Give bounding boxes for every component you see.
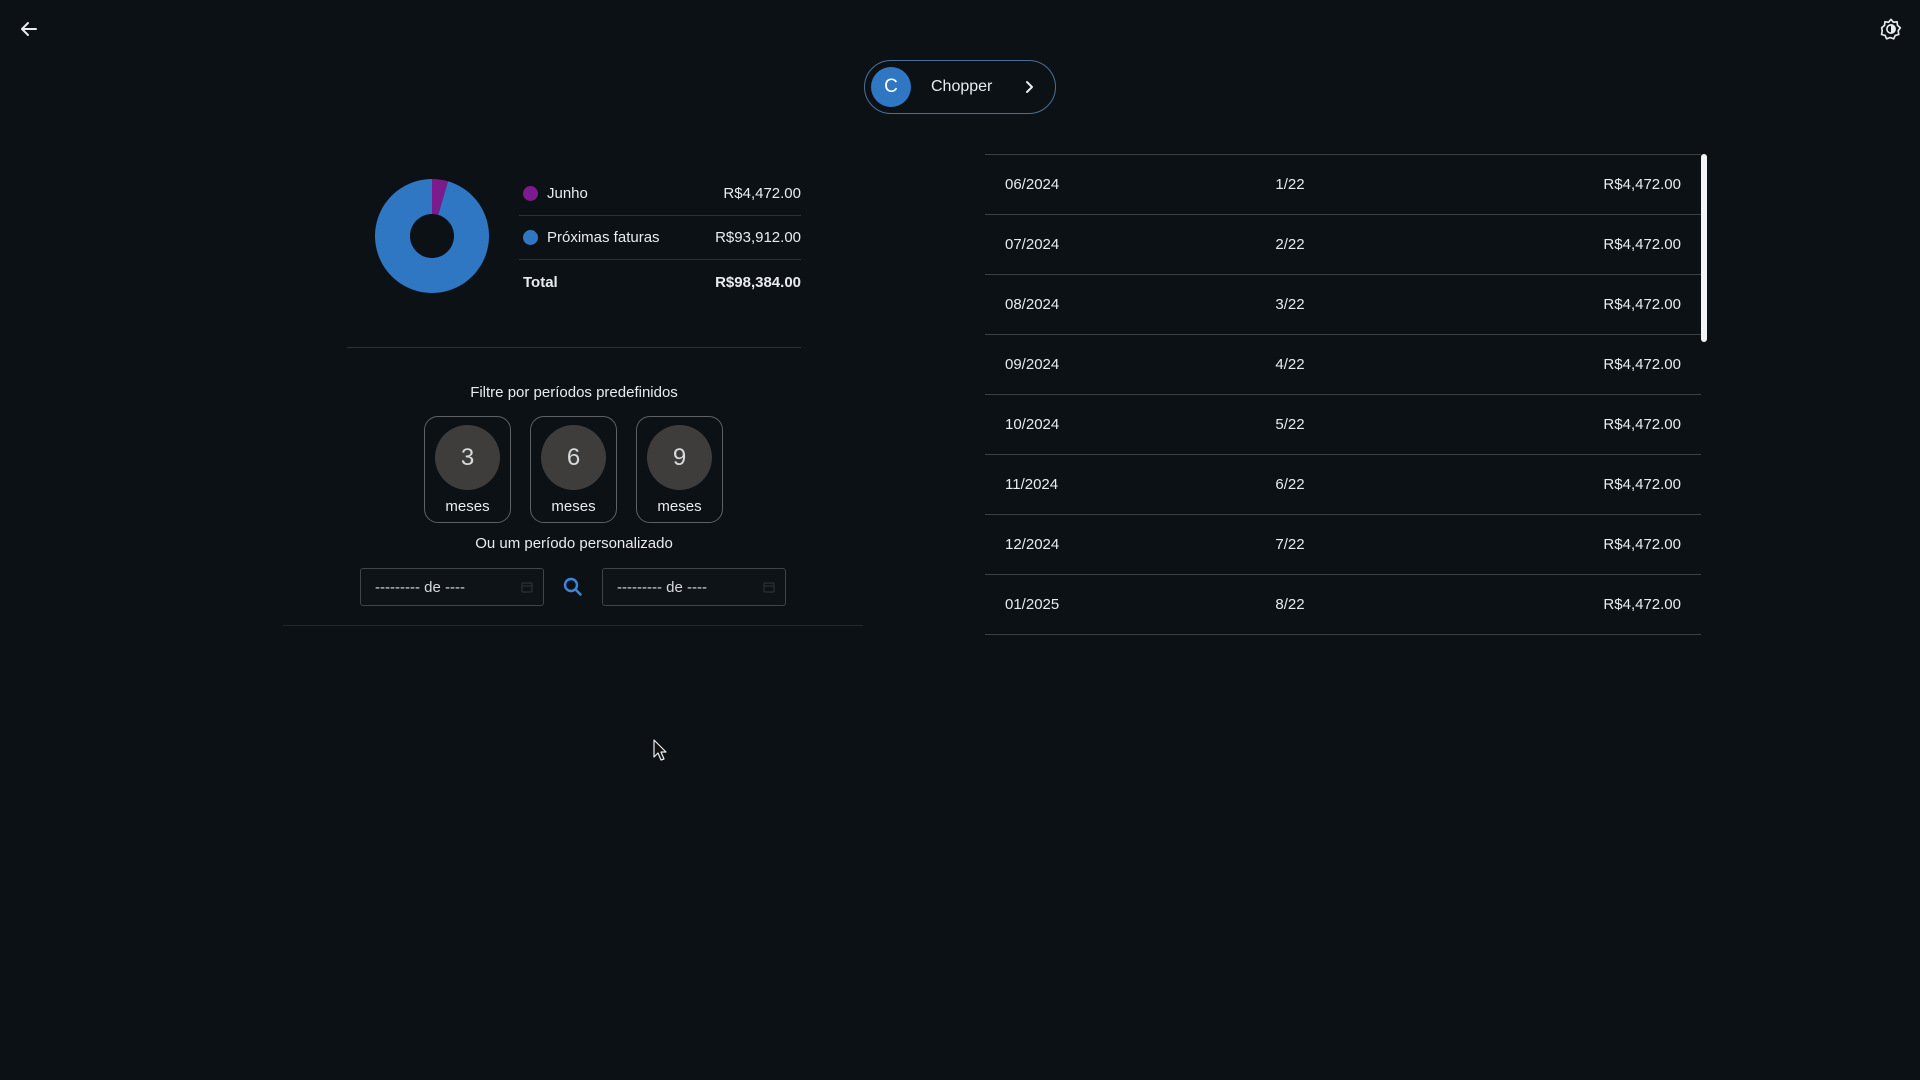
start-month-input[interactable]: --------- de ----: [360, 568, 544, 606]
invoice-amount: R$4,472.00: [1603, 296, 1681, 313]
invoice-date: 12/2024: [1005, 536, 1060, 553]
invoice-date: 01/2025: [1005, 596, 1060, 613]
invoice-amount: R$4,472.00: [1603, 596, 1681, 613]
preset-unit: meses: [445, 498, 490, 515]
legend-total: Total R$98,384.00: [519, 260, 801, 304]
preset-number: 9: [647, 425, 712, 490]
preset-unit: meses: [551, 498, 596, 515]
chevron-right-icon: [1026, 81, 1033, 93]
mouse-cursor-icon: [653, 739, 667, 761]
invoice-date: 10/2024: [1005, 416, 1060, 433]
invoice-date: 06/2024: [1005, 176, 1060, 193]
invoice-installment: 5/22: [1275, 416, 1305, 433]
divider: [347, 347, 801, 348]
invoice-installment: 6/22: [1275, 476, 1305, 493]
table-row[interactable]: 11/2024 6/22 R$4,472.00: [985, 455, 1701, 515]
legend-item-upcoming: Próximas faturas R$93,912.00: [519, 216, 801, 260]
custom-period-title: Ou um período personalizado: [475, 535, 673, 552]
brightness-icon: [1880, 18, 1902, 40]
invoice-amount: R$4,472.00: [1603, 476, 1681, 493]
invoice-date: 07/2024: [1005, 236, 1060, 253]
table-row[interactable]: 10/2024 5/22 R$4,472.00: [985, 395, 1701, 455]
preset-filter-title: Filtre por períodos predefinidos: [470, 384, 678, 401]
back-button[interactable]: [14, 14, 44, 44]
table-row[interactable]: 06/2024 1/22 R$4,472.00: [985, 155, 1701, 215]
preset-6-months-button[interactable]: 6 meses: [530, 416, 617, 523]
calendar-icon[interactable]: [763, 581, 775, 593]
invoice-date: 11/2024: [1005, 476, 1059, 493]
preset-filter-group: 3 meses 6 meses 9 meses: [424, 416, 723, 523]
scrollbar[interactable]: [1701, 154, 1707, 342]
invoice-installment: 4/22: [1275, 356, 1305, 373]
invoice-installment: 1/22: [1275, 176, 1305, 193]
preset-3-months-button[interactable]: 3 meses: [424, 416, 511, 523]
invoice-installment: 2/22: [1275, 236, 1305, 253]
search-icon[interactable]: [561, 575, 585, 599]
invoice-amount: R$4,472.00: [1603, 356, 1681, 373]
invoice-date: 08/2024: [1005, 296, 1060, 313]
invoice-installment: 8/22: [1275, 596, 1305, 613]
legend-value: R$4,472.00: [723, 185, 801, 202]
theme-toggle-button[interactable]: [1876, 14, 1906, 44]
card-name: Chopper: [931, 78, 993, 95]
preset-unit: meses: [657, 498, 702, 515]
invoice-installment: 7/22: [1275, 536, 1305, 553]
total-label: Total: [523, 273, 558, 291]
legend-color-dot: [523, 186, 538, 201]
invoice-installment: 3/22: [1275, 296, 1305, 313]
preset-9-months-button[interactable]: 9 meses: [636, 416, 723, 523]
avatar: C: [871, 67, 911, 107]
table-row[interactable]: 07/2024 2/22 R$4,472.00: [985, 215, 1701, 275]
invoice-amount: R$4,472.00: [1603, 236, 1681, 253]
table-row[interactable]: 12/2024 7/22 R$4,472.00: [985, 515, 1701, 575]
invoice-table: 06/2024 1/22 R$4,472.00 07/2024 2/22 R$4…: [985, 154, 1701, 635]
legend-item-current-month: Junho R$4,472.00: [519, 172, 801, 216]
preset-number: 3: [435, 425, 500, 490]
divider: [283, 625, 863, 626]
end-month-value: --------- de ----: [617, 578, 707, 596]
legend-label: Próximas faturas: [547, 229, 660, 246]
start-month-value: --------- de ----: [375, 578, 465, 596]
legend-value: R$93,912.00: [715, 229, 801, 246]
invoice-amount: R$4,472.00: [1603, 176, 1681, 193]
invoice-amount: R$4,472.00: [1603, 536, 1681, 553]
table-row[interactable]: 08/2024 3/22 R$4,472.00: [985, 275, 1701, 335]
legend-color-dot: [523, 230, 538, 245]
chart-slice-pr-ximas-faturas[interactable]: [374, 179, 489, 293]
invoice-donut-chart: [374, 179, 489, 293]
card-selector[interactable]: C Chopper: [864, 60, 1056, 114]
invoice-amount: R$4,472.00: [1603, 416, 1681, 433]
table-row[interactable]: 01/2025 8/22 R$4,472.00: [985, 575, 1701, 635]
legend-label: Junho: [547, 185, 588, 202]
table-row[interactable]: 09/2024 4/22 R$4,472.00: [985, 335, 1701, 395]
calendar-icon[interactable]: [521, 581, 533, 593]
invoice-date: 09/2024: [1005, 356, 1060, 373]
preset-number: 6: [541, 425, 606, 490]
arrow-left-icon: [21, 22, 37, 36]
end-month-input[interactable]: --------- de ----: [602, 568, 786, 606]
chart-legend: Junho R$4,472.00 Próximas faturas R$93,9…: [519, 172, 801, 304]
total-value: R$98,384.00: [715, 273, 801, 291]
